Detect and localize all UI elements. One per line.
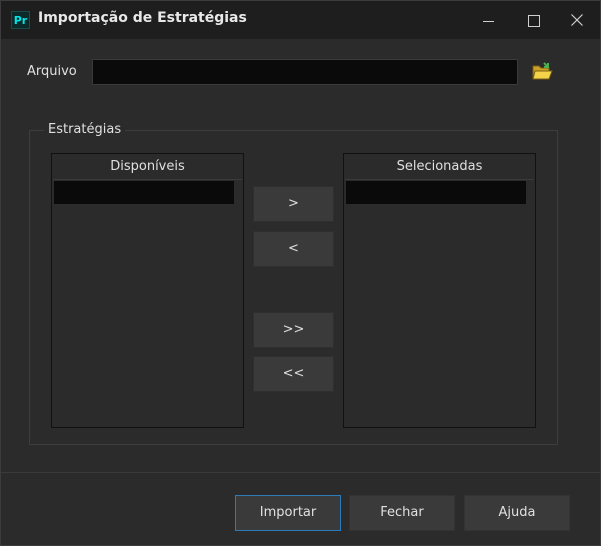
selected-list-header: Selecionadas <box>345 155 534 180</box>
list-item[interactable] <box>54 181 234 204</box>
maximize-button[interactable] <box>511 1 557 39</box>
folder-open-icon <box>532 62 553 80</box>
remove-selected-button[interactable]: < <box>253 231 334 267</box>
close-button[interactable] <box>554 1 600 39</box>
close-icon <box>571 14 583 26</box>
app-icon: Pr <box>11 11 30 29</box>
window-title: Importação de Estratégias <box>38 10 247 26</box>
title-bar[interactable]: Pr Importação de Estratégias <box>1 1 600 39</box>
close-dialog-button[interactable]: Fechar <box>349 495 455 531</box>
file-label: Arquivo <box>27 64 77 79</box>
browse-file-button[interactable] <box>532 62 554 82</box>
import-button[interactable]: Importar <box>235 495 341 531</box>
maximize-icon <box>528 15 540 27</box>
list-item[interactable] <box>346 181 526 204</box>
available-strategies-list[interactable]: Disponíveis <box>51 153 244 428</box>
add-selected-button[interactable]: > <box>253 186 334 222</box>
selected-strategies-list[interactable]: Selecionadas <box>343 153 536 428</box>
help-button[interactable]: Ajuda <box>464 495 570 531</box>
available-list-header: Disponíveis <box>53 155 242 180</box>
file-path-input[interactable] <box>92 59 518 85</box>
import-strategies-dialog: Pr Importação de Estratégias Arquivo Est… <box>0 0 601 546</box>
minimize-button[interactable] <box>466 1 512 39</box>
minimize-icon <box>483 21 494 22</box>
footer-divider <box>1 472 600 473</box>
strategies-group-label: Estratégias <box>44 122 126 137</box>
remove-all-button[interactable]: << <box>253 356 334 392</box>
add-all-button[interactable]: >> <box>253 312 334 348</box>
